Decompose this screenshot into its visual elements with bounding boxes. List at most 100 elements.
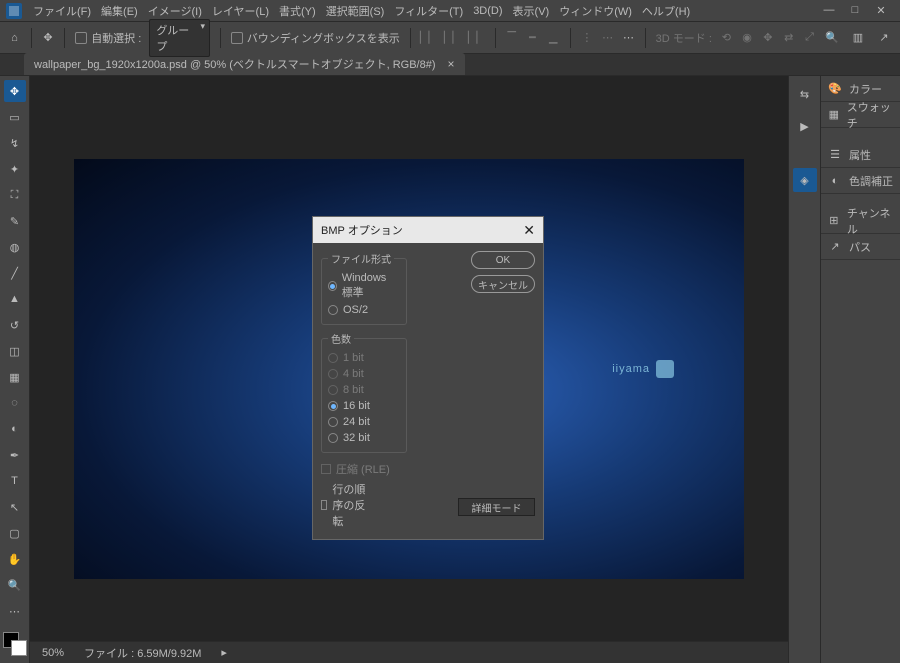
window-minimize-icon[interactable]: — — [822, 4, 836, 17]
hand-tool[interactable]: ✋ — [4, 548, 26, 570]
gradient-tool[interactable]: ▦ — [4, 366, 26, 388]
zoom-tool[interactable]: 🔍 — [4, 574, 26, 596]
status-flyout-icon[interactable]: ▸ — [221, 646, 227, 659]
zoom-level[interactable]: 50% — [42, 647, 64, 659]
layers-icon[interactable]: ◈ — [793, 168, 817, 192]
align-top-icon[interactable]: ▔ — [505, 30, 518, 46]
align-center-icon[interactable]: ▏▏ — [445, 30, 461, 46]
move-tool-icon[interactable]: ✥ — [42, 30, 55, 46]
channels-icon: ⊞ — [827, 214, 841, 227]
align-middle-icon[interactable]: ━ — [526, 30, 539, 46]
menu-edit[interactable]: 編集(E) — [96, 3, 143, 19]
bit-depth-group: 色数 1 bit 4 bit 8 bit 16 bit 24 bit 32 bi… — [321, 331, 407, 453]
more-icon[interactable]: ⋯ — [622, 30, 635, 46]
3d-slide-icon[interactable]: ⇄ — [782, 30, 795, 46]
type-tool[interactable]: T — [4, 470, 26, 492]
align-left-icon[interactable]: ▏▏ — [421, 30, 437, 46]
tab-label: wallpaper_bg_1920x1200a.psd @ 50% (ベクトルス… — [34, 56, 436, 72]
panel-properties[interactable]: ☰属性 — [821, 142, 900, 168]
options-bar: ⌂ ✥ 自動選択 : グループ バウンディングボックスを表示 ▏▏ ▏▏ ▏▏ … — [0, 22, 900, 54]
auto-select-control[interactable]: 自動選択 : — [75, 30, 141, 46]
tab-close-icon[interactable]: × — [448, 57, 455, 71]
crop-tool[interactable]: ⛶ — [4, 184, 26, 206]
flip-rows-checkbox[interactable]: 行の順序の反転 — [321, 479, 374, 531]
dodge-tool[interactable]: ◐ — [4, 418, 26, 440]
eraser-tool[interactable]: ◫ — [4, 340, 26, 362]
radio-os2[interactable]: OS/2 — [328, 302, 400, 318]
edit-toolbar-icon[interactable]: ⋯ — [4, 600, 26, 622]
menu-3d[interactable]: 3D(D) — [468, 5, 507, 17]
wand-tool[interactable]: ✦ — [4, 158, 26, 180]
radio-4bit: 4 bit — [328, 366, 400, 382]
stamp-tool[interactable]: ▲ — [4, 288, 26, 310]
image-logo-text: iiyama — [612, 363, 650, 375]
3d-rotate-icon[interactable]: ⟲ — [720, 30, 733, 46]
panel-paths[interactable]: ↗パス — [821, 234, 900, 260]
panel-right: 🎨カラー ▦スウォッチ ☰属性 ◐色調補正 ⊞チャンネル ↗パス — [820, 76, 900, 663]
auto-select-dropdown[interactable]: グループ — [149, 19, 210, 57]
radio-24bit[interactable]: 24 bit — [328, 414, 400, 430]
lasso-tool[interactable]: ↯ — [4, 132, 26, 154]
radio-windows[interactable]: Windows 標準 — [328, 270, 400, 302]
menu-window[interactable]: ウィンドウ(W) — [554, 3, 637, 19]
pen-tool[interactable]: ✒ — [4, 444, 26, 466]
blur-tool[interactable]: ◌ — [4, 392, 26, 414]
document-tab[interactable]: wallpaper_bg_1920x1200a.psd @ 50% (ベクトルス… — [24, 53, 465, 75]
expand-panels-icon[interactable]: ⇆ — [793, 82, 817, 106]
dialog-titlebar[interactable]: BMP オプション ✕ — [313, 217, 543, 243]
play-icon[interactable]: ▶ — [793, 114, 817, 138]
document-tabbar: wallpaper_bg_1920x1200a.psd @ 50% (ベクトルス… — [0, 54, 900, 76]
sliders-icon: ☰ — [827, 148, 843, 161]
dialog-close-icon[interactable]: ✕ — [523, 222, 535, 239]
distribute-h-icon[interactable]: ⋮ — [580, 30, 593, 46]
share-icon[interactable]: ↗ — [876, 30, 892, 46]
panel-adjustments[interactable]: ◐色調補正 — [821, 168, 900, 194]
shape-tool[interactable]: ▢ — [4, 522, 26, 544]
doc-size[interactable]: ファイル : 6.59M/9.92M — [84, 645, 201, 661]
menu-layer[interactable]: レイヤー(L) — [207, 3, 274, 19]
app-logo-icon — [6, 3, 22, 19]
align-right-icon[interactable]: ▏▏ — [469, 30, 485, 46]
radio-1bit: 1 bit — [328, 350, 400, 366]
3d-roll-icon[interactable]: ◉ — [741, 30, 754, 46]
radio-32bit[interactable]: 32 bit — [328, 430, 400, 446]
menu-image[interactable]: イメージ(I) — [143, 3, 207, 19]
menu-file[interactable]: ファイル(F) — [28, 3, 96, 19]
arrange-icon[interactable]: ▥ — [850, 30, 866, 46]
align-bottom-icon[interactable]: ▁ — [547, 30, 560, 46]
3d-scale-icon[interactable]: ⤢ — [803, 30, 816, 46]
file-format-group: ファイル形式 Windows 標準 OS/2 — [321, 251, 407, 325]
distribute-v-icon[interactable]: ⋯ — [601, 30, 614, 46]
dialog-title: BMP オプション — [321, 222, 403, 238]
menu-select[interactable]: 選択範囲(S) — [321, 3, 390, 19]
heal-tool[interactable]: ◍ — [4, 236, 26, 258]
window-maximize-icon[interactable]: □ — [848, 4, 862, 17]
eyedropper-tool[interactable]: ✎ — [4, 210, 26, 232]
marquee-tool[interactable]: ▭ — [4, 106, 26, 128]
menu-filter[interactable]: フィルター(T) — [389, 3, 468, 19]
search-icon[interactable]: 🔍 — [824, 30, 840, 46]
file-format-legend: ファイル形式 — [328, 251, 394, 266]
3d-pan-icon[interactable]: ✥ — [762, 30, 775, 46]
panel-channels[interactable]: ⊞チャンネル — [821, 208, 900, 234]
window-close-icon[interactable]: ✕ — [874, 4, 888, 17]
brush-tool[interactable]: ╱ — [4, 262, 26, 284]
panel-swatches[interactable]: ▦スウォッチ — [821, 102, 900, 128]
advanced-mode-button[interactable]: 詳細モード — [458, 498, 535, 516]
menu-view[interactable]: 表示(V) — [508, 3, 555, 19]
radio-16bit[interactable]: 16 bit — [328, 398, 400, 414]
menu-type[interactable]: 書式(Y) — [274, 3, 321, 19]
show-bbox-control[interactable]: バウンディングボックスを表示 — [231, 30, 400, 46]
cancel-button[interactable]: キャンセル — [471, 275, 535, 293]
history-brush-tool[interactable]: ↺ — [4, 314, 26, 336]
menu-help[interactable]: ヘルプ(H) — [637, 3, 695, 19]
ok-button[interactable]: OK — [471, 251, 535, 269]
toolbar-left: ✥ ▭ ↯ ✦ ⛶ ✎ ◍ ╱ ▲ ↺ ◫ ▦ ◌ ◐ ✒ T ↖ ▢ ✋ 🔍 … — [0, 76, 30, 663]
home-icon[interactable]: ⌂ — [8, 30, 21, 46]
move-tool[interactable]: ✥ — [4, 80, 26, 102]
compress-checkbox: 圧縮 (RLE) — [321, 459, 535, 479]
palette-icon: 🎨 — [827, 82, 843, 95]
color-swatch[interactable] — [3, 632, 27, 656]
menubar: ファイル(F) 編集(E) イメージ(I) レイヤー(L) 書式(Y) 選択範囲… — [0, 0, 900, 22]
path-tool[interactable]: ↖ — [4, 496, 26, 518]
